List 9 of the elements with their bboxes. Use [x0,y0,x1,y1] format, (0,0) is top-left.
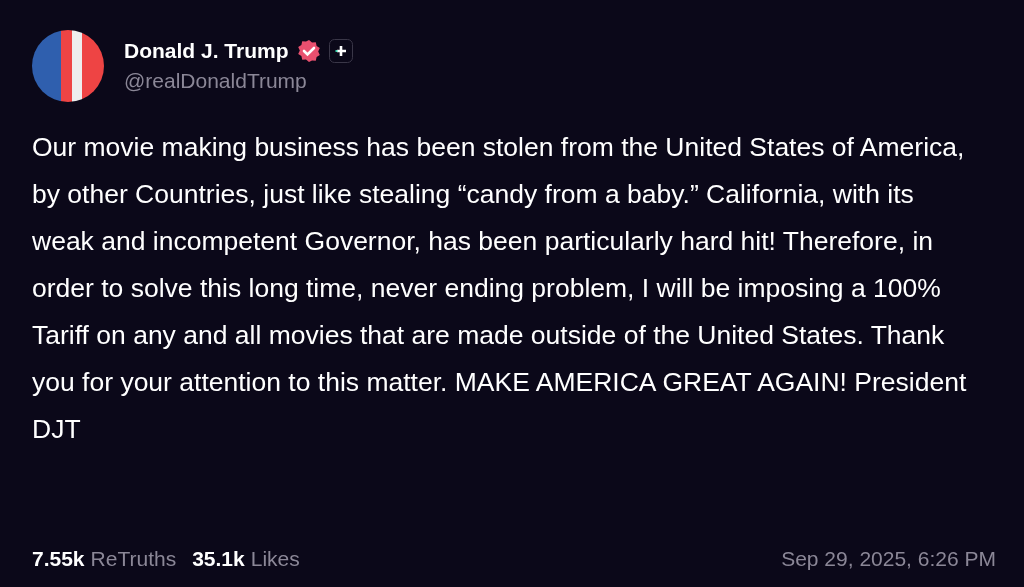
stat-label: Likes [250,547,300,571]
post-timestamp: Sep 29, 2025, 6:26 PM [781,547,996,571]
author-handle[interactable]: @realDonaldTrump [124,69,353,93]
stat-count: 35.1k [192,547,245,571]
stat-count: 7.55k [32,547,85,571]
post-text: Our movie making business has been stolen from the United States of America, by other Countries, just like stealing “candy from a baby.” California, with its weak and incompetent Governor, has been particularly hard hit! Therefore, in order to solve this long time, never ending problem, I will be imposing a 100% Tariff on any and all movies that are made outside of the United States. Thank you for your attention to this matter. MAKE AMERICA GREAT AGAIN! President DJT [32,131,967,446]
stat-label: ReTruths [90,547,177,571]
plus-badge-icon [328,39,353,63]
author-name[interactable]: Donald J. Trump [124,39,289,63]
